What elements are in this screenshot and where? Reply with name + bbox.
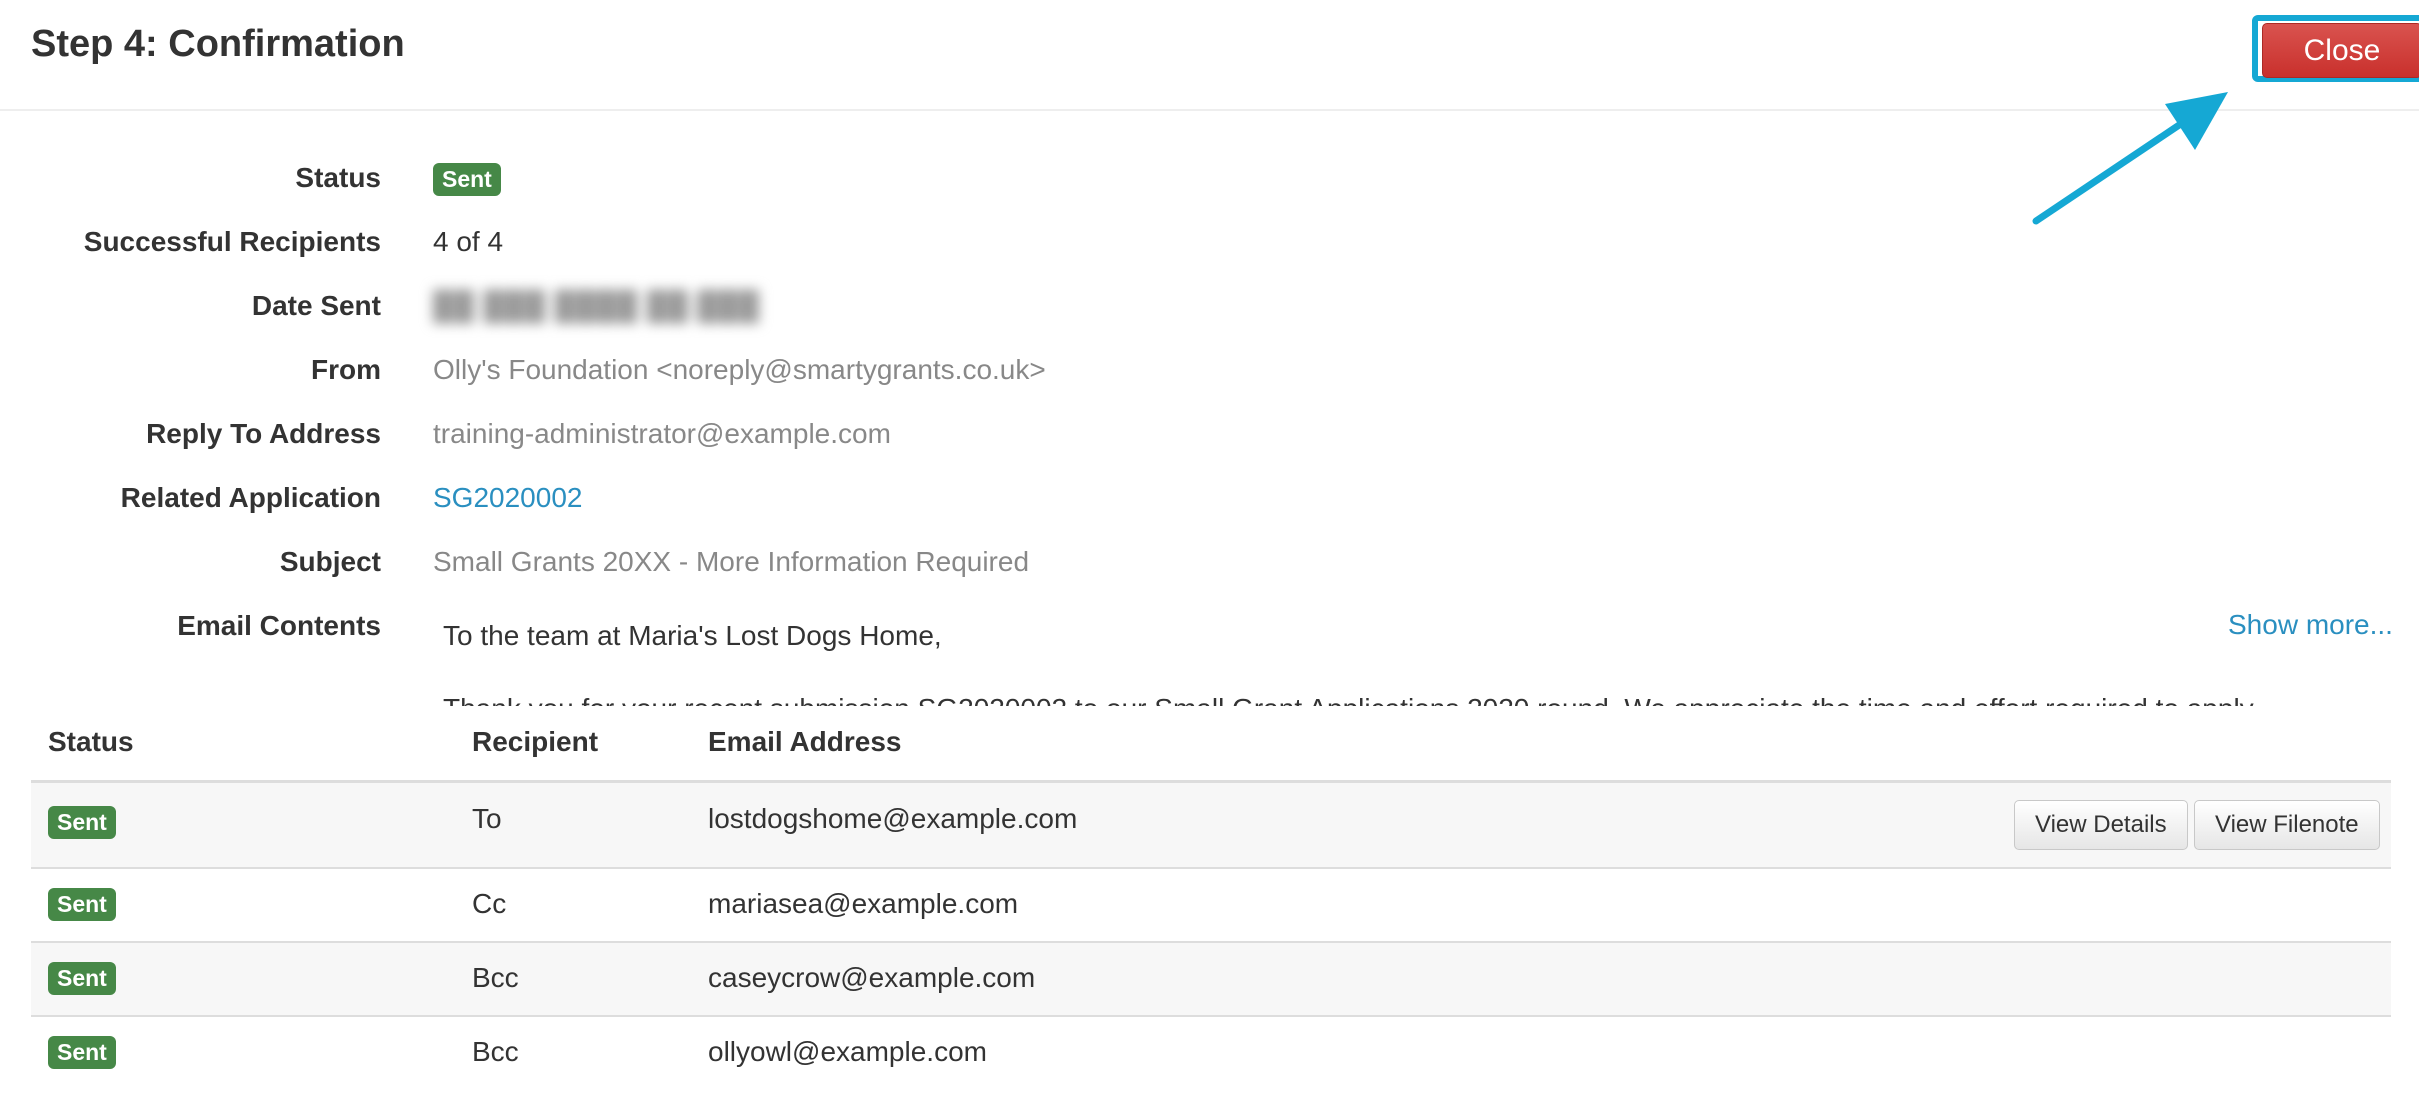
table-header: Status Recipient Email Address	[31, 714, 2391, 783]
from-label: From	[311, 354, 381, 385]
table-row: Sent Bcc caseycrow@example.com	[31, 943, 2391, 1017]
email-cell: caseycrow@example.com	[708, 962, 1036, 993]
email-cell: mariasea@example.com	[708, 888, 1019, 919]
subject-label: Subject	[279, 546, 381, 577]
show-more-link[interactable]: Show more...	[2228, 600, 2393, 650]
related-application-link[interactable]: SG2020002	[433, 482, 582, 513]
status-badge: Sent	[48, 1036, 116, 1069]
reply-to-label: Reply To Address	[146, 418, 381, 449]
date-sent-value-redacted: ██ ███ ████ ██:███	[433, 290, 760, 321]
status-badge: Sent	[48, 806, 116, 839]
date-sent-row: Date Sent ██ ███ ████ ██:███	[0, 281, 2419, 331]
related-application-row: Related Application SG2020002	[0, 473, 2419, 523]
column-header-recipient: Recipient	[472, 726, 599, 757]
date-sent-label: Date Sent	[251, 290, 381, 321]
email-cell: ollyowl@example.com	[708, 1036, 987, 1067]
recipient-cell: Bcc	[472, 962, 519, 993]
subject-value: Small Grants 20XX - More Information Req…	[433, 546, 1030, 577]
email-line: To the team at Maria's Lost Dogs Home,	[443, 620, 942, 651]
table-row: Sent To lostdogshome@example.com View De…	[31, 783, 2391, 869]
recipients-label: Successful Recipients	[83, 226, 381, 257]
column-header-email: Email Address	[708, 726, 902, 757]
recipients-table: Status Recipient Email Address Sent To l…	[31, 714, 2391, 1089]
close-button[interactable]: Close	[2262, 23, 2419, 78]
status-cell: Sent	[48, 1035, 116, 1069]
status-badge: Sent	[48, 962, 116, 995]
status-row: Status Sent	[0, 153, 2419, 203]
status-cell: Sent	[48, 961, 116, 995]
reply-to-value: training-administrator@example.com	[433, 418, 891, 449]
status-label: Status	[295, 162, 381, 193]
email-contents-preview: To the team at Maria's Lost Dogs Home, T…	[433, 600, 2393, 706]
email-line: Thank you for your recent submission SG2…	[443, 689, 2393, 706]
table-row: Sent Cc mariasea@example.com	[31, 869, 2391, 943]
recipient-cell: Cc	[472, 888, 507, 919]
page-title: Step 4: Confirmation	[31, 23, 405, 65]
status-value-cell: Sent	[433, 153, 501, 203]
related-application-label: Related Application	[120, 482, 381, 513]
email-contents-label: Email Contents	[177, 610, 381, 641]
subject-row: Subject Small Grants 20XX - More Informa…	[0, 537, 2419, 587]
reply-to-row: Reply To Address training-administrator@…	[0, 409, 2419, 459]
view-details-button[interactable]: View Details	[2014, 800, 2188, 850]
table-row: Sent Bcc ollyowl@example.com	[31, 1017, 2391, 1089]
status-badge: Sent	[48, 888, 116, 921]
recipients-row: Successful Recipients 4 of 4	[0, 217, 2419, 267]
confirmation-modal: Step 4: Confirmation Close Status Sent S…	[0, 0, 2419, 1096]
status-cell: Sent	[48, 805, 116, 839]
column-header-status: Status	[48, 726, 134, 757]
status-cell: Sent	[48, 887, 116, 921]
status-badge: Sent	[433, 163, 501, 196]
recipient-cell: To	[472, 803, 502, 834]
recipient-cell: Bcc	[472, 1036, 519, 1067]
recipients-value: 4 of 4	[433, 226, 504, 257]
from-value: Olly's Foundation <noreply@smartygrants.…	[433, 354, 1046, 385]
related-application-cell: SG2020002	[433, 473, 582, 523]
view-filenote-button[interactable]: View Filenote	[2194, 800, 2380, 850]
from-row: From Olly's Foundation <noreply@smartygr…	[0, 345, 2419, 395]
email-link[interactable]: lostdogshome@example.com	[708, 803, 1077, 835]
